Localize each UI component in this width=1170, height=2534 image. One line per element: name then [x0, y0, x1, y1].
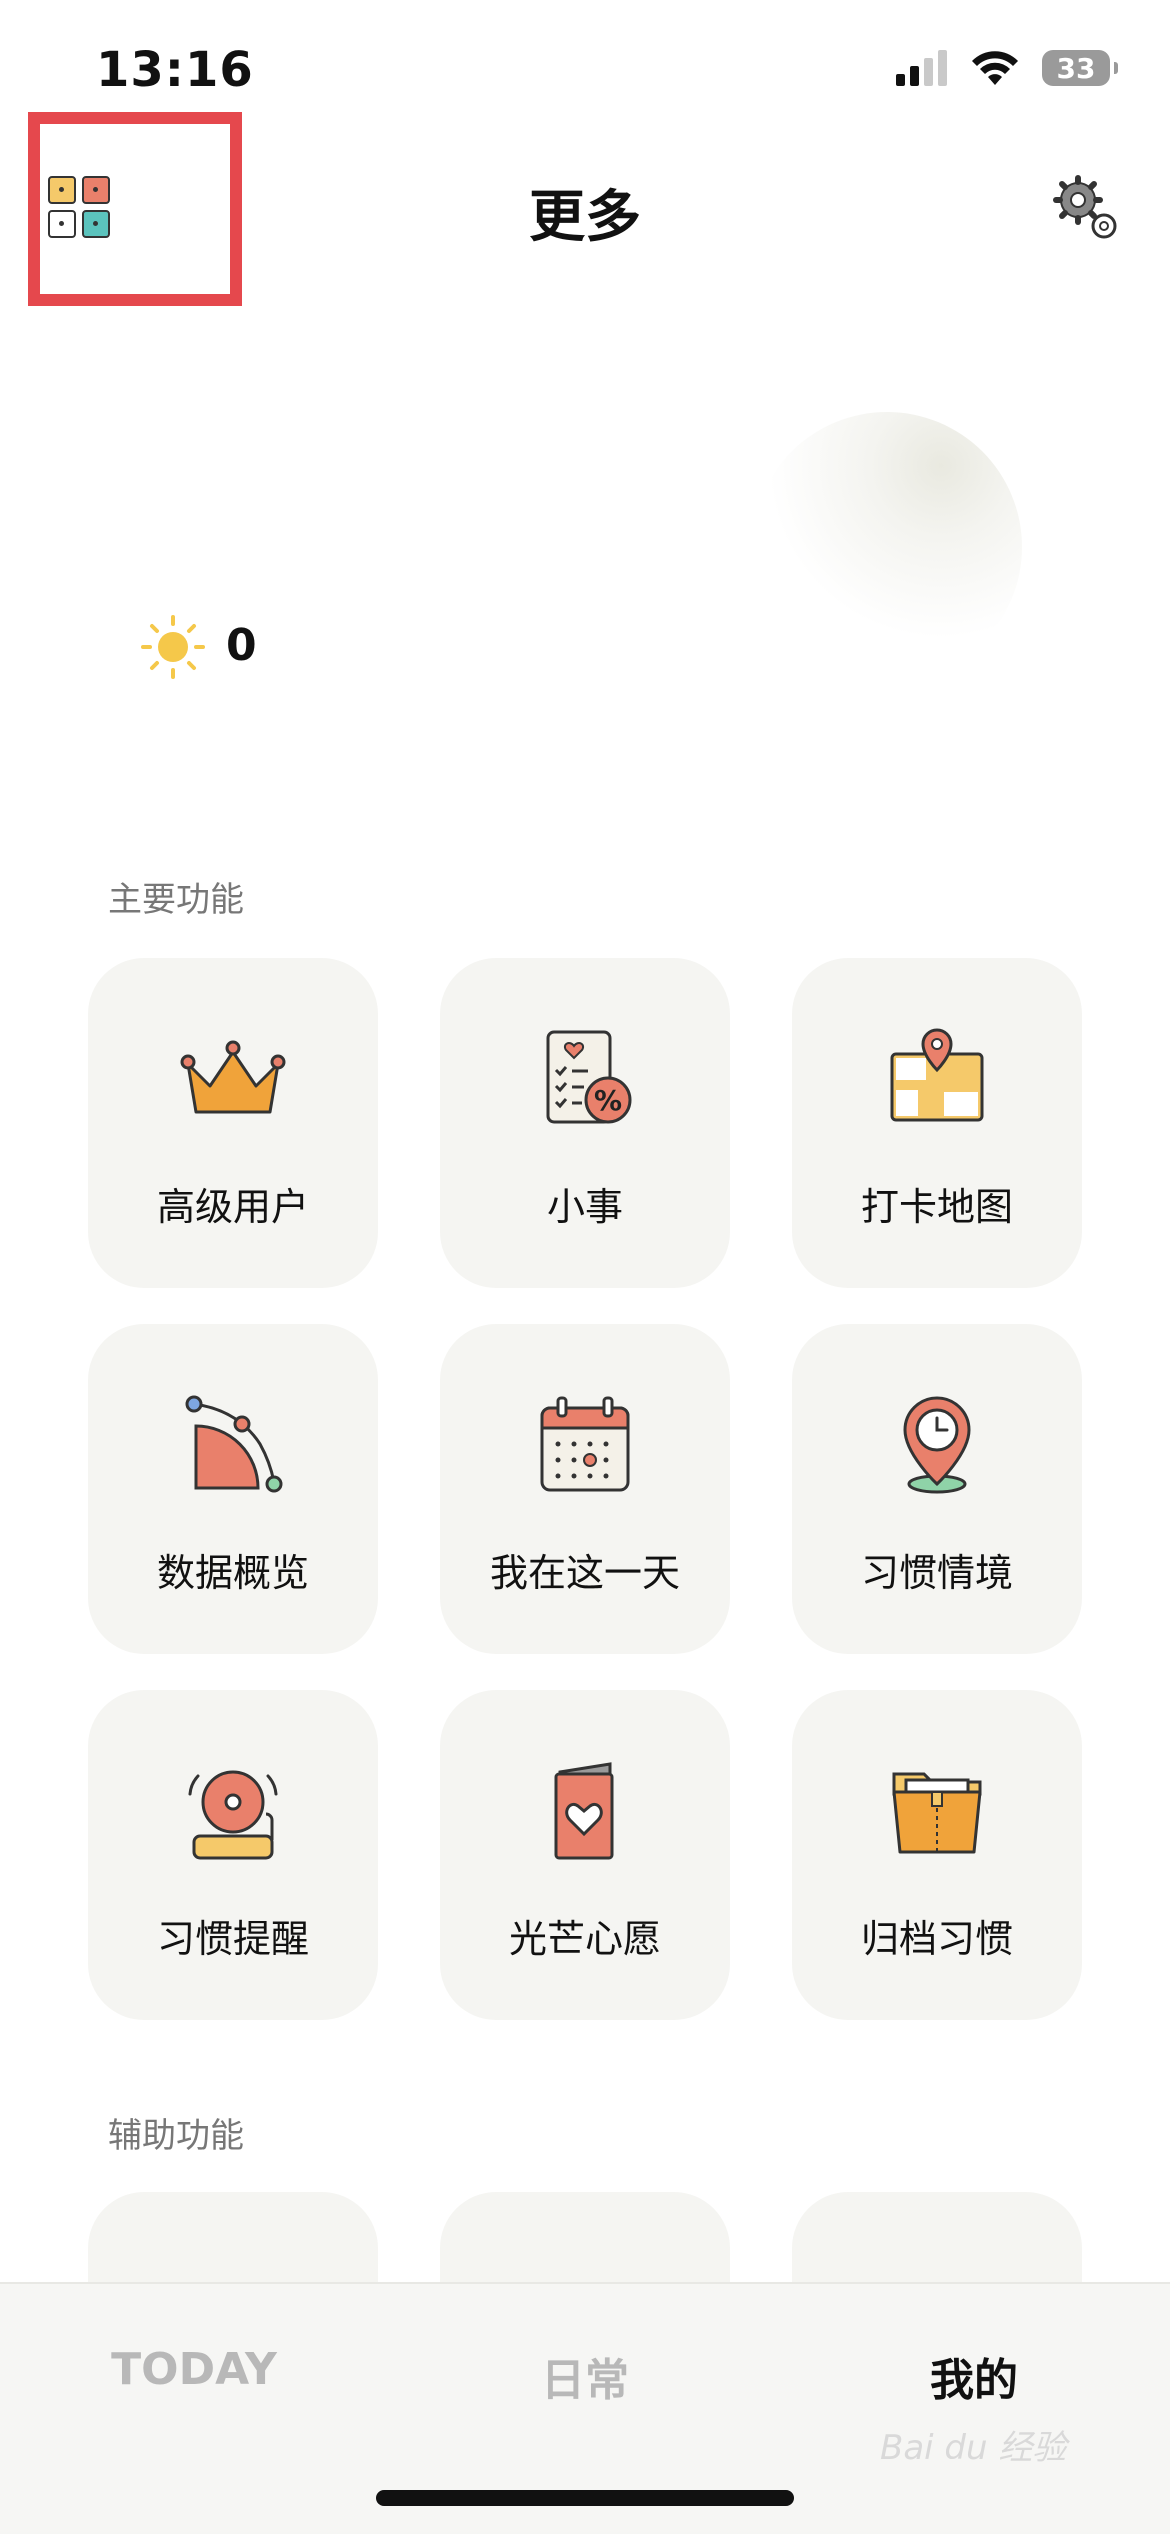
- location-clock-icon: [903, 1396, 971, 1494]
- avatar[interactable]: [752, 412, 1022, 682]
- tile-label: 归档习惯: [860, 1917, 1013, 1961]
- tile-label: 我在这一天: [489, 1551, 680, 1595]
- tab-routine[interactable]: 日常: [435, 2344, 735, 2408]
- tile-habit-context[interactable]: 习惯情境: [792, 1324, 1082, 1654]
- tile-checkin-map[interactable]: 打卡地图: [792, 958, 1082, 1288]
- wifi-icon: [972, 51, 1018, 85]
- svg-text:%: %: [594, 1084, 622, 1117]
- battery-indicator: 33: [1042, 50, 1118, 86]
- sun-count: 0: [226, 620, 257, 671]
- section-label-main: 主要功能: [108, 880, 244, 920]
- sun-icon: [141, 615, 205, 679]
- tile-label: 光芒心愿: [508, 1917, 661, 1961]
- tile-label: 数据概览: [156, 1551, 309, 1595]
- home-indicator[interactable]: [376, 2490, 794, 2506]
- tile-archived-habits[interactable]: 归档习惯: [792, 1690, 1082, 2020]
- tile-label: 习惯提醒: [156, 1917, 309, 1961]
- heart-card-icon: [554, 1762, 614, 1860]
- signal-icon: [896, 50, 947, 86]
- tile-habit-reminder[interactable]: 习惯提醒: [88, 1690, 378, 2020]
- tile-data-overview[interactable]: 数据概览: [88, 1324, 378, 1654]
- settings-gear-icon[interactable]: [1050, 172, 1122, 244]
- tab-today[interactable]: TODAY: [44, 2344, 344, 2395]
- folder-icon: [892, 1772, 982, 1854]
- checklist-icon: %: [546, 1030, 632, 1124]
- calendar-icon: [540, 1396, 630, 1492]
- tile-premium-user[interactable]: 高级用户: [88, 958, 378, 1288]
- chart-icon: [185, 1395, 283, 1493]
- tile-radiant-wish[interactable]: 光芒心愿: [440, 1690, 730, 2020]
- tile-label: 高级用户: [156, 1185, 309, 1229]
- status-icons: 33: [896, 48, 1118, 88]
- tile-label: 打卡地图: [860, 1185, 1013, 1229]
- tile-label: 习惯情境: [860, 1551, 1013, 1595]
- watermark: Bai du 经验: [880, 2428, 1067, 2468]
- tab-mine[interactable]: 我的: [824, 2344, 1124, 2408]
- tile-label: 小事: [546, 1185, 623, 1229]
- map-pin-icon: [890, 1028, 984, 1122]
- section-label-aux: 辅助功能: [108, 2116, 244, 2156]
- tile-small-things[interactable]: % 小事: [440, 958, 730, 1288]
- page-title: 更多: [529, 185, 641, 250]
- alarm-bell-icon: [188, 1770, 278, 1860]
- status-time: 13:16: [96, 42, 254, 98]
- tile-on-this-day[interactable]: 我在这一天: [440, 1324, 730, 1654]
- crown-icon: [180, 1040, 286, 1114]
